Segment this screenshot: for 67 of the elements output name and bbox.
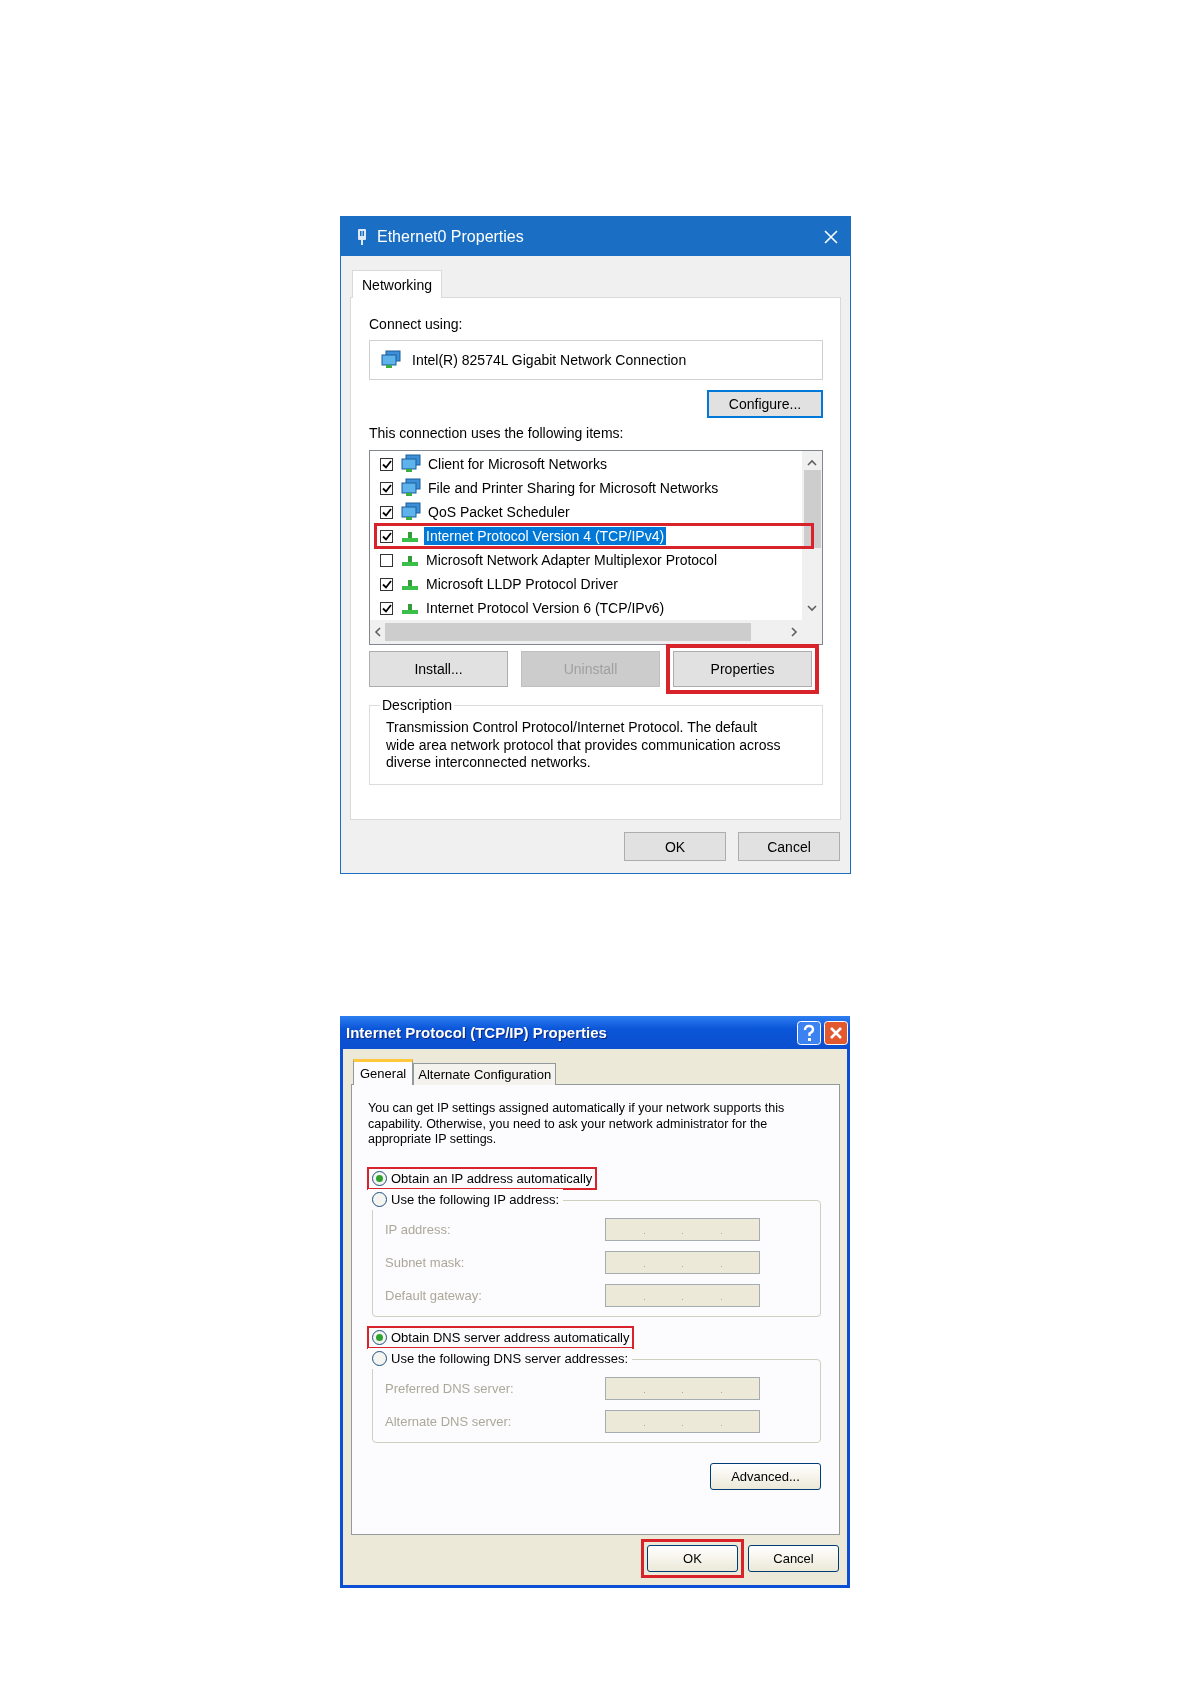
network-computer-icon: [400, 478, 422, 498]
action-button[interactable]: Install...: [369, 651, 508, 687]
horizontal-scrollbar[interactable]: [370, 620, 802, 644]
scroll-up-icon[interactable]: [807, 459, 817, 466]
network-adapter-icon: [380, 350, 402, 370]
group-title: Description: [381, 697, 454, 713]
ip-address-field[interactable]: [605, 1376, 760, 1400]
radio-button[interactable]: [372, 1350, 387, 1366]
ip-address-field[interactable]: [605, 1250, 760, 1274]
radio-label[interactable]: Use the following DNS server addresses:: [391, 1350, 628, 1366]
vertical-scrollbar[interactable]: [802, 451, 822, 620]
list-item[interactable]: Client for Microsoft Networks: [426, 455, 609, 473]
scroll-right-icon[interactable]: [791, 627, 798, 637]
list-item[interactable]: Microsoft Network Adapter Multiplexor Protocol: [424, 551, 719, 569]
field-label: Default gateway:: [385, 1287, 483, 1303]
scroll-down-icon[interactable]: [807, 605, 817, 612]
list-label: This connection uses the following items:: [369, 425, 625, 442]
checkbox[interactable]: [380, 553, 393, 567]
checkbox[interactable]: [380, 601, 393, 615]
close-icon[interactable]: [824, 229, 838, 244]
dialog-button[interactable]: Cancel: [738, 832, 840, 861]
tab[interactable]: General: [353, 1059, 414, 1085]
list-item[interactable]: QoS Packet Scheduler: [426, 503, 572, 521]
radio-button[interactable]: [372, 1170, 387, 1186]
field-label: Alternate DNS server:: [385, 1413, 513, 1429]
close-icon[interactable]: [824, 1020, 848, 1045]
radio-label[interactable]: Use the following IP address:: [391, 1191, 560, 1207]
ip-address-field[interactable]: [605, 1409, 760, 1433]
checkbox[interactable]: [380, 505, 393, 519]
field-label: Subnet mask:: [385, 1254, 466, 1270]
network-protocol-icon: [400, 529, 420, 543]
action-button[interactable]: Properties: [673, 651, 812, 687]
intro-text: You can get IP settings assigned automatically if your network supports this capability. Otherwise, you need to ask your network administrator for the appropriate IP settings.: [368, 1101, 786, 1148]
window-title: Internet Protocol (TCP/IP) Properties: [346, 1024, 608, 1041]
field-label: Preferred DNS server:: [385, 1380, 515, 1396]
checkbox[interactable]: [380, 457, 393, 471]
checkbox[interactable]: [380, 529, 393, 543]
ethernet-plug-icon: [357, 227, 367, 246]
adapter-name: Intel(R) 82574L Gigabit Network Connection: [412, 352, 687, 368]
window-title: Ethernet0 Properties: [377, 227, 525, 246]
radio-button[interactable]: [372, 1191, 387, 1207]
field-label: Connect using:: [369, 316, 464, 333]
tab[interactable]: Alternate Configuration: [413, 1063, 557, 1085]
network-computer-icon: [400, 454, 422, 474]
checkbox[interactable]: [380, 577, 393, 591]
network-protocol-icon: [400, 601, 420, 615]
network-protocol-icon: [400, 577, 420, 591]
network-computer-icon: [400, 502, 422, 522]
scroll-left-icon[interactable]: [374, 627, 381, 637]
dialog-button[interactable]: OK: [624, 832, 726, 861]
list-item[interactable]: File and Printer Sharing for Microsoft Networks: [426, 479, 721, 497]
list-item[interactable]: Internet Protocol Version 4 (TCP/IPv4): [424, 527, 667, 545]
radio-button[interactable]: [372, 1329, 387, 1345]
ip-address-field[interactable]: [605, 1217, 760, 1241]
list-item[interactable]: Internet Protocol Version 6 (TCP/IPv6): [424, 599, 667, 617]
list-item[interactable]: Microsoft LLDP Protocol Driver: [424, 575, 620, 593]
field-label: IP address:: [385, 1221, 452, 1237]
tab[interactable]: Networking: [352, 270, 443, 298]
checkbox[interactable]: [380, 481, 393, 495]
dialog-button[interactable]: Cancel: [748, 1545, 839, 1572]
advanced-button[interactable]: Advanced...: [710, 1462, 821, 1490]
help-icon[interactable]: [797, 1020, 821, 1045]
description-text: Transmission Control Protocol/Internet Protocol. The default wide area network protocol that provides communication across diverse interconnected networks.: [386, 719, 782, 772]
ip-address-field[interactable]: [605, 1283, 760, 1307]
network-protocol-icon: [400, 553, 420, 567]
dialog-button[interactable]: OK: [647, 1545, 738, 1572]
configure-button[interactable]: Configure...: [707, 390, 823, 418]
